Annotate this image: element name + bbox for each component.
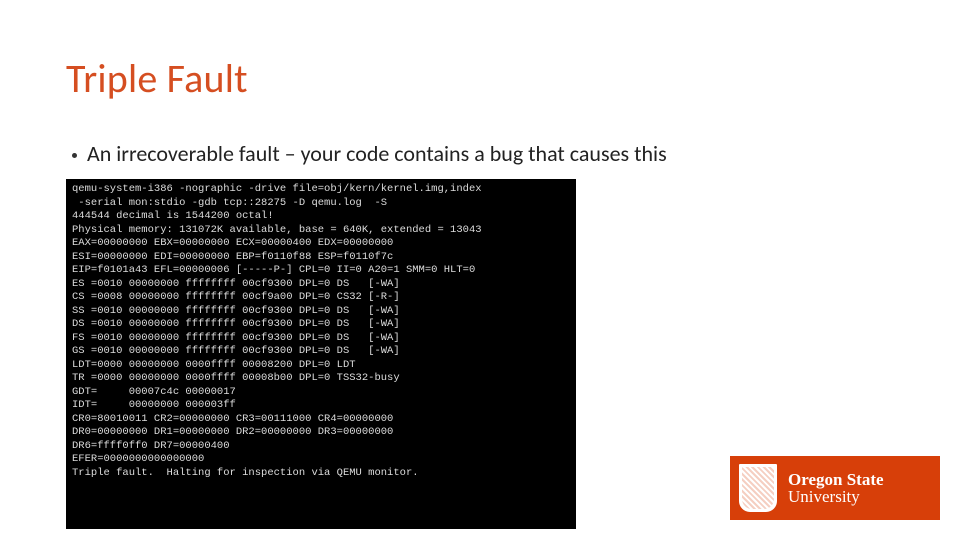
bullet-item: An irrecoverable fault – your code conta… [72,140,667,167]
osu-logo-line2: University [788,488,884,505]
osu-shield-icon [738,463,778,513]
osu-logo-line1: Oregon State [788,471,884,488]
bullet-icon [72,153,77,158]
osu-logo: Oregon State University [730,456,940,520]
osu-logo-text: Oregon State University [788,471,884,505]
terminal-screenshot: qemu-system-i386 -nographic -drive file=… [66,179,576,529]
slide-title: Triple Fault [66,54,248,103]
slide: Triple Fault An irrecoverable fault – yo… [0,0,960,540]
bullet-text: An irrecoverable fault – your code conta… [87,140,667,167]
